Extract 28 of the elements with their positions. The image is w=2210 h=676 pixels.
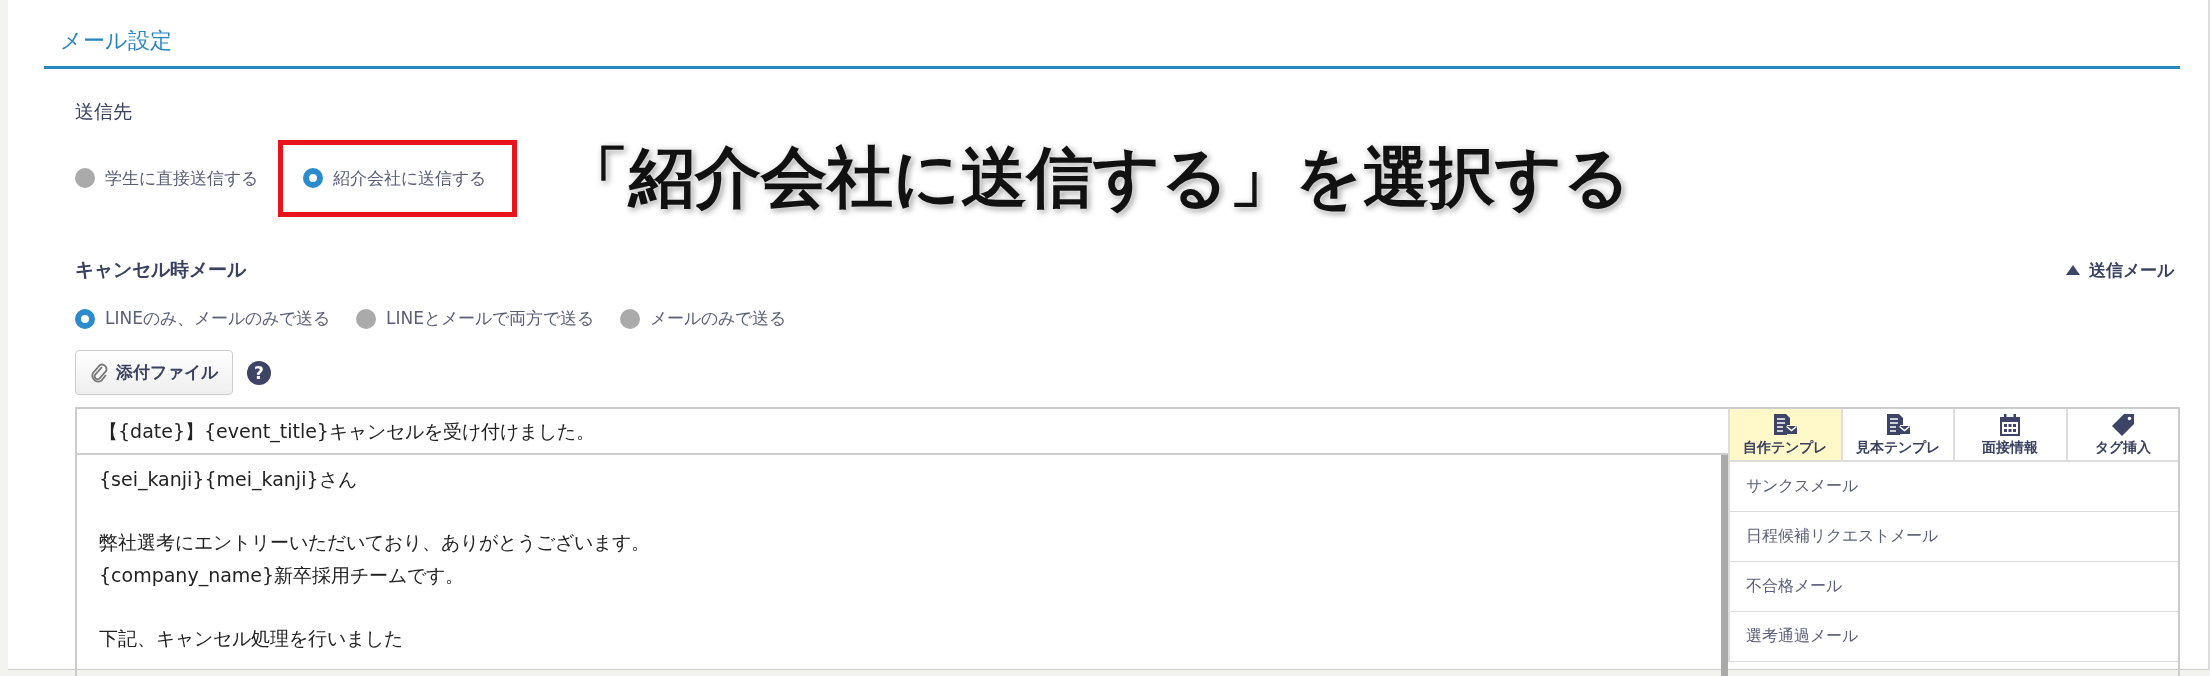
body-field[interactable]: {sei_kanji}{mei_kanji}さん 弊社選考にエントリーいただいており、ありがとうございます。 {company_name}新卒採用チームです。 下記、キャンセル処理を行いました [77,455,1728,676]
template-tab[interactable]: タグ挿入 [2065,409,2178,462]
annotation-text: 「紹介会社に送信する」を選択する [563,138,1631,218]
attach-file-button[interactable]: 添付ファイル [75,350,233,395]
help-icon[interactable]: ? [247,360,271,385]
radio-option[interactable]: メールのみで送る [619,307,786,330]
collapse-toggle[interactable]: 送信メール [2059,257,2180,283]
radio-option[interactable]: 紹介会社に送信する [278,139,517,217]
radio-option[interactable]: LINEのみ、メールのみで送る [75,307,330,330]
paperclip-icon [90,361,108,384]
template-tab[interactable]: 自作テンプレ [1728,409,1841,462]
template-item[interactable]: 日程候補リクエストメール [1728,512,2178,562]
tag-icon [2110,413,2135,437]
document-mail-icon [1772,413,1799,437]
template-item[interactable]: 不合格メール [1728,562,2178,612]
field-label: 送信先 [75,100,132,122]
document-mail-icon [1884,413,1911,437]
radio-option[interactable]: 学生に直接送信する [75,166,258,190]
template-tab[interactable]: 見本テンプレ [1840,409,1953,462]
section-title: メール設定 [44,0,2180,69]
field-label: キャンセル時メール [75,257,246,282]
calendar-icon [1998,413,2023,437]
triangle-up-icon [2065,264,2081,276]
radio-option[interactable]: LINEとメールで両方で送る [355,307,594,330]
template-item[interactable]: サンクスメール [1728,462,2178,512]
template-tab[interactable]: 面接情報 [1953,409,2066,462]
template-item[interactable]: 選考通過メール [1728,612,2178,662]
subject-field[interactable]: 【{date}】{event_title}キャンセルを受け付けました。 [77,409,1728,455]
